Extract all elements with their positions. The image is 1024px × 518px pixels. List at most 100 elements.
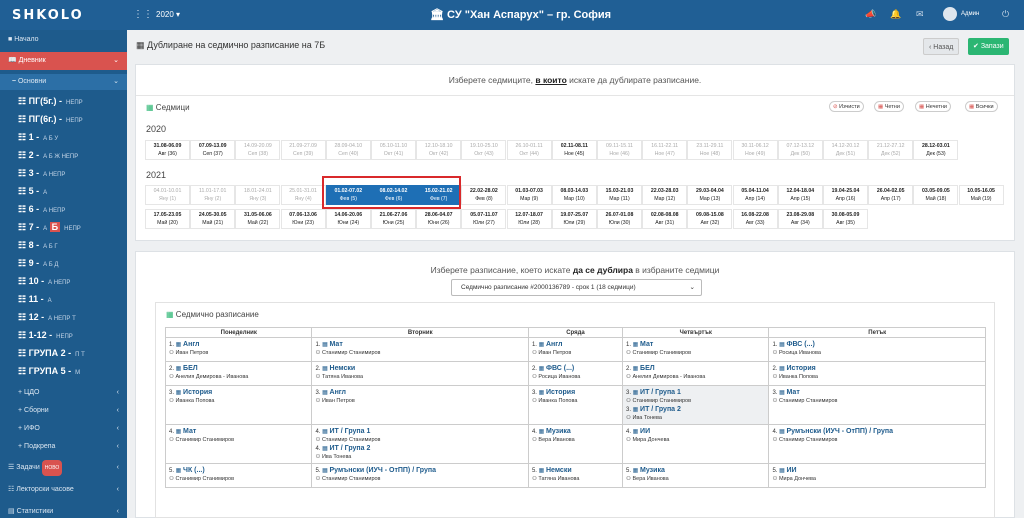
lesson-cell[interactable]: 4. ▦ Румънски (ИУЧ - ОтПП) / Група ⚇ Стан… (768, 424, 986, 464)
megaphone-icon[interactable]: 📣 (865, 9, 876, 20)
subject-name[interactable]: Англ (546, 341, 562, 348)
lesson-cell[interactable]: 3. ▦ Англ ⚇ Иван Петров (311, 385, 529, 425)
lesson-cell[interactable]: 2. ▦ БЕЛ ⚇ Анелия Демирова - Иванова (164, 361, 313, 386)
subject-name[interactable]: ИТ / Група 2 (640, 406, 681, 413)
sidebar-class-6[interactable]: ☷ 6 -А НЕПР (18, 204, 65, 215)
lesson-cell[interactable]: 1. ▦ Мат ⚇ Станимир Станимиров (311, 337, 529, 362)
sidebar-item-stats[interactable]: ▤ Статистики ‹ (0, 504, 127, 518)
lesson-cell[interactable]: 2. ▦ ФВС (...) ⚇ Росица Иванова (527, 361, 624, 386)
subject-name[interactable]: История (546, 389, 575, 396)
week-cell[interactable]: 30.08-05.09 Авг (35) (823, 209, 868, 229)
week-cell[interactable]: 07.09-13.09 Сеп (37) (190, 140, 236, 160)
subject-name[interactable]: Музика (546, 428, 571, 435)
sidebar-item-tasks[interactable]: ☰ Задачи НОВО ‹ (0, 460, 127, 476)
subject-name[interactable]: История (183, 389, 212, 396)
subject-name[interactable]: Мат (787, 389, 800, 396)
week-cell[interactable]: 28.12-03.01 Дек (53) (913, 140, 959, 160)
sidebar-class-2[interactable]: ☷ 1 -А Б У (18, 132, 58, 143)
week-cell[interactable]: 14.12-20.12 Дек (51) (823, 140, 868, 160)
even-button[interactable]: ▦ Четни (874, 101, 904, 112)
user-name[interactable]: Админ (961, 11, 979, 17)
sidebar-class-11[interactable]: ☷ 11 -А (18, 294, 52, 305)
subject-name[interactable]: Немски (330, 365, 356, 372)
lesson-cell[interactable]: 4. ▦ Мат ⚇ Станимир Станимиров (164, 424, 313, 464)
logo[interactable]: SHKOLO (12, 8, 84, 23)
week-cell[interactable]: 18.01-24.01 Яну (3) (235, 185, 281, 205)
mail-icon[interactable]: ✉ (916, 9, 924, 20)
subject-name[interactable]: ИТ / Група 1 (330, 428, 371, 435)
week-cell[interactable]: 28.06-04.07 Юни (26) (416, 209, 462, 229)
lesson-cell[interactable]: 4. ▦ ИИ ⚇ Мира Дончева (621, 424, 770, 464)
lesson-cell[interactable]: 1. ▦ ФВС (...) ⚇ Росица Иванова (768, 337, 986, 362)
week-cell[interactable]: 19.07-25.07 Юли (29) (551, 209, 597, 229)
week-cell[interactable]: 26.10-01.11 Окт (44) (506, 140, 552, 160)
lesson-cell[interactable]: 1. ▦ Англ ⚇ Иван Петров (527, 337, 624, 362)
lesson-cell[interactable]: 1. ▦ Англ ⚇ Иван Петров (164, 337, 313, 362)
sidebar-item-diary[interactable]: 📖 Дневник ⌄ (0, 52, 127, 70)
bell-icon[interactable]: 🔔 (890, 9, 901, 20)
week-cell[interactable]: 16.11-22.11 Ное (47) (642, 140, 688, 160)
lesson-cell[interactable]: 5. ▦ Музика ⚇ Вера Иванова (621, 463, 770, 488)
week-cell[interactable]: 05.04-11.04 Апр (14) (732, 185, 778, 205)
sidebar-class-1[interactable]: ☷ ПГ(6г.) - НЕПР (18, 114, 83, 125)
sidebar-group-cdo[interactable]: + ЦДО ‹ (0, 385, 127, 401)
week-cell[interactable]: 12.10-18.10 Окт (42) (416, 140, 462, 160)
week-cell[interactable]: 30.11-06.12 Ное (49) (732, 140, 778, 160)
week-cell[interactable]: 12.07-18.07 Юли (28) (506, 209, 552, 229)
week-cell[interactable]: 29.03-04.04 Мар (13) (687, 185, 733, 205)
apps-grid-icon[interactable]: ⋮⋮ (133, 9, 153, 20)
save-button[interactable]: ✔ Запази (968, 38, 1009, 55)
schedule-select[interactable]: Седмично разписание #2000136789 - срок 1… (451, 279, 702, 296)
power-icon[interactable]: ⏻ (1002, 9, 1009, 20)
week-cell[interactable]: 23.08-29.08 Авг (34) (777, 209, 823, 229)
sidebar-class-3[interactable]: ☷ 2 -А Б Ж НЕПР (18, 150, 78, 161)
sidebar-group-support[interactable]: + Подкрепа ‹ (0, 439, 127, 455)
subject-name[interactable]: ЧК (...) (183, 467, 205, 474)
sidebar-class-4[interactable]: ☷ 3 -А НЕПР (18, 168, 65, 179)
subject-name[interactable]: БЕЛ (183, 365, 198, 372)
week-cell[interactable]: 31.08-06.09 Авг (36) (145, 140, 190, 160)
lesson-cell[interactable]: 3. ▦ История ⚇ Иванка Попова (527, 385, 624, 425)
sidebar-group-ifo[interactable]: + ИФО ‹ (0, 421, 127, 437)
week-cell[interactable]: 25.01-31.01 Яну (4) (280, 185, 326, 205)
week-cell[interactable]: 14.09-20.09 Сеп (38) (235, 140, 281, 160)
subject-name[interactable]: Англ (330, 389, 346, 396)
sidebar-class-14[interactable]: ☷ ГРУПА 2 -П Т (18, 348, 85, 359)
week-cell[interactable]: 10.05-16.05 Май (19) (958, 185, 1004, 205)
subject-name[interactable]: Румънски (ИУЧ - ОтПП) / Група (787, 428, 893, 435)
lesson-cell[interactable]: 2. ▦ История ⚇ Иванка Попова (768, 361, 986, 386)
subject-name[interactable]: История (787, 365, 816, 372)
year-selector[interactable]: 2020 ▾ (156, 10, 180, 19)
lesson-cell[interactable]: 5. ▦ ИИ ⚇ Мира Дончева (768, 463, 986, 488)
lesson-cell[interactable]: 3. ▦ История ⚇ Иванка Попова (164, 385, 313, 425)
week-cell[interactable]: 15.03-21.03 Мар (11) (597, 185, 642, 205)
week-cell[interactable]: 16.08-22.08 Авг (33) (732, 209, 778, 229)
week-cell[interactable]: 03.05-09.05 Май (18) (913, 185, 959, 205)
week-cell[interactable]: 26.07-01.08 Юли (30) (597, 209, 642, 229)
week-cell[interactable]: 22.03-28.03 Мар (12) (642, 185, 688, 205)
subject-name[interactable]: Румънски (ИУЧ - ОтПП) / Група (330, 467, 436, 474)
sidebar-class-12[interactable]: ☷ 12 -А НЕПР Т (18, 312, 76, 323)
subject-name[interactable]: ФВС (...) (546, 365, 574, 372)
sidebar-class-7[interactable]: ☷ 7 -А Б НЕПР (18, 222, 81, 233)
week-cell[interactable]: 26.04-02.05 Апр (17) (868, 185, 914, 205)
subject-name[interactable]: Немски (546, 467, 572, 474)
week-cell[interactable]: 02.08-08.08 Авг (31) (642, 209, 688, 229)
sidebar-class-10[interactable]: ☷ 10 -А НЕПР (18, 276, 70, 287)
lesson-cell[interactable]: 5. ▦ ЧК (...) ⚇ Станимир Станимиров (164, 463, 313, 488)
week-cell[interactable]: 05.07-11.07 Юли (27) (461, 209, 507, 229)
lesson-cell[interactable]: 4. ▦ Музика ⚇ Вера Иванова (527, 424, 624, 464)
back-button[interactable]: ‹ Назад (923, 38, 960, 55)
sidebar-group-combined[interactable]: + Сборни ‹ (0, 403, 127, 419)
odd-button[interactable]: ▦ Нечетни (915, 101, 951, 112)
week-cell[interactable]: 04.01-10.01 Яну (1) (145, 185, 190, 205)
sidebar-class-0[interactable]: ☷ ПГ(5г.) - НЕПР (18, 96, 83, 107)
subject-name[interactable]: Музика (640, 467, 665, 474)
lesson-cell[interactable]: 4. ▦ ИТ / Група 1 ⚇ Станимир Станимиров 4.… (311, 424, 529, 464)
week-cell[interactable]: 28.09-04.10 Сеп (40) (325, 140, 371, 160)
week-cell[interactable]: 22.02-28.02 Фев (8) (461, 185, 507, 205)
lesson-cell[interactable]: 3. ▦ Мат ⚇ Станимир Станимиров (768, 385, 986, 425)
sidebar-class-15[interactable]: ☷ ГРУПА 5 -М (18, 366, 80, 377)
sidebar-item-home[interactable]: ■ Начало (0, 32, 127, 48)
sidebar-class-5[interactable]: ☷ 5 -А (18, 186, 47, 197)
